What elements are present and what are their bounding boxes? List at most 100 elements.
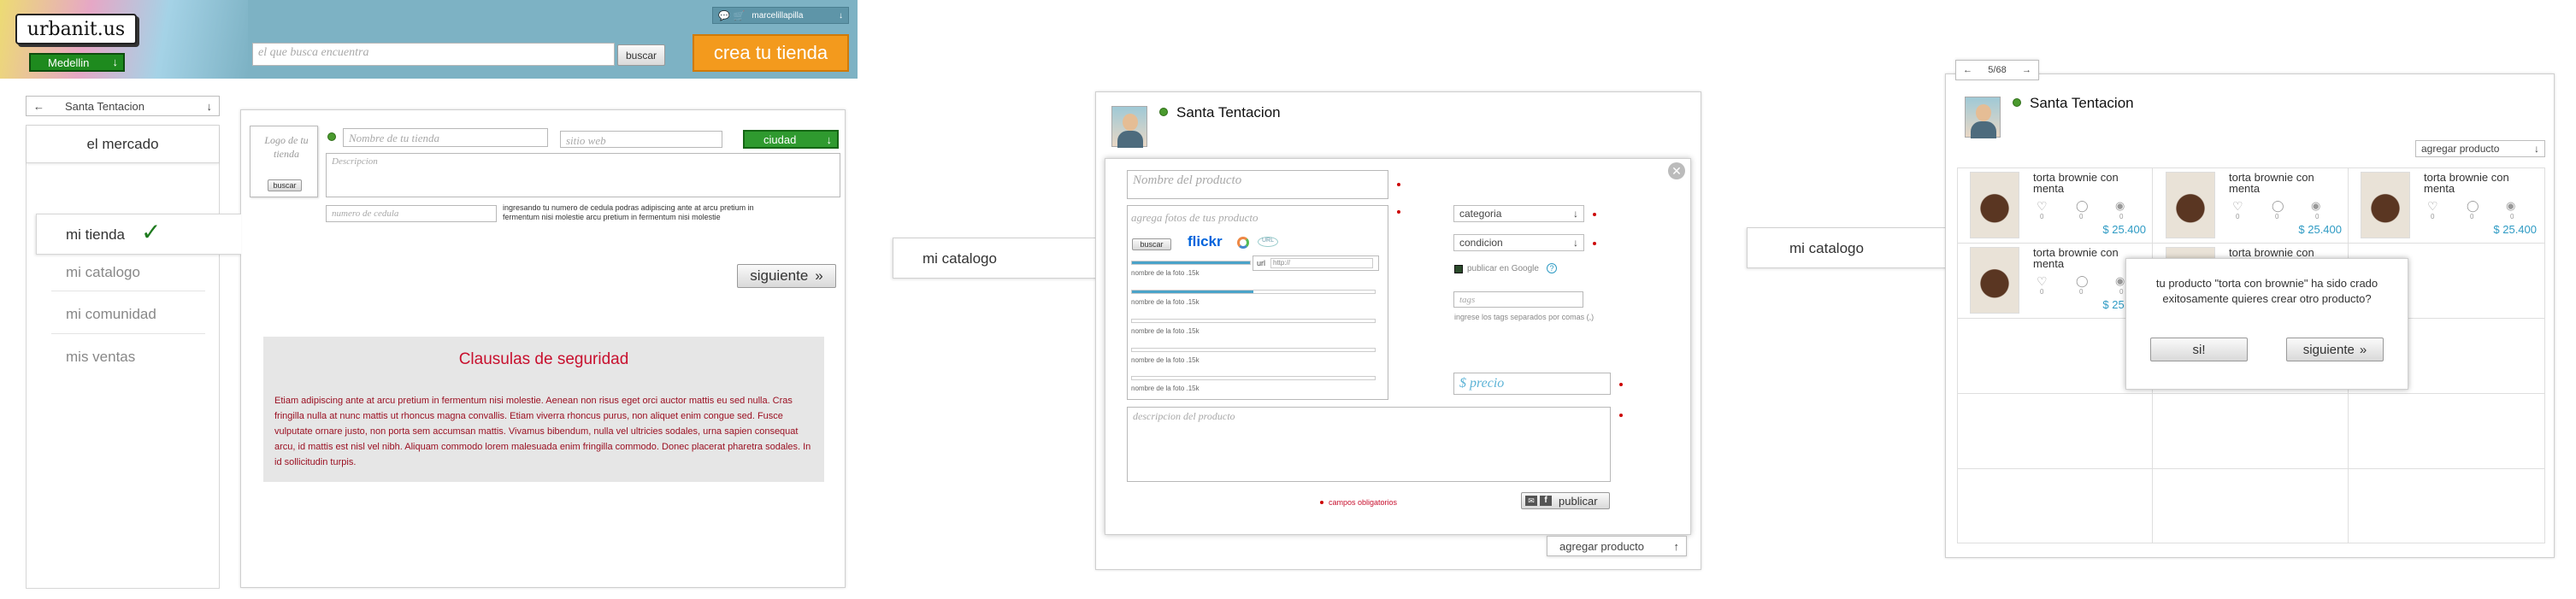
screen3-side-tab[interactable]: mi catalogo (1747, 227, 1951, 268)
user-bar[interactable]: 💬 🛒 marcelillapilla ↓ (712, 7, 849, 24)
description-input[interactable]: Descripcion (326, 153, 840, 197)
sidebar-item-mi-catalogo[interactable]: mi catalogo (66, 264, 140, 281)
product-card[interactable]: torta brownie con menta ♡ 0 ◯ 0 ◉ 0 $ 25.400 (1970, 172, 2151, 240)
back-arrow-icon[interactable]: ← (33, 100, 44, 113)
eye-icon[interactable]: ◉ (2115, 274, 2125, 288)
google-label: publicar en Google (1467, 264, 1539, 273)
avatar-body (1971, 121, 1996, 138)
photo-progress-bar (1131, 261, 1251, 265)
product-thumbnail[interactable] (2166, 172, 2215, 238)
comment-icon[interactable]: ◯ (2467, 199, 2479, 213)
heart-icon[interactable]: ♡ (2427, 199, 2438, 214)
product-name-input[interactable]: Nombre del producto (1127, 170, 1388, 199)
url-input[interactable]: http:// (1270, 258, 1373, 268)
comment-icon[interactable]: ◯ (2076, 199, 2089, 213)
publish-button[interactable]: ✉ f publicar (1521, 492, 1610, 509)
photo-name: nombre de la foto .15k (1131, 385, 1200, 392)
chat-icon[interactable]: 💬 (718, 10, 730, 21)
pager[interactable]: ← 5/68 → (1955, 60, 2039, 80)
heart-count: 0 (2040, 213, 2044, 220)
next-button-label: siguiente (2302, 342, 2355, 357)
facebook-icon[interactable]: f (1540, 496, 1552, 506)
comment-icon[interactable]: ◯ (2076, 274, 2089, 288)
photo-name: nombre de la foto .15k (1131, 356, 1200, 364)
product-price: $ 25.400 (2298, 223, 2342, 236)
id-number-input[interactable]: numero de cedula (326, 205, 497, 222)
add-product-button[interactable]: agregar producto ↑ (1547, 536, 1687, 556)
google-checkbox[interactable] (1454, 265, 1463, 273)
required-dot (1397, 210, 1400, 214)
price-input[interactable]: $ precio (1453, 373, 1611, 395)
avatar-face (1123, 114, 1138, 131)
sidebar-item-mis-ventas[interactable]: mis ventas (66, 349, 135, 366)
user-name: marcelillapilla (752, 10, 804, 21)
required-dot (1593, 213, 1596, 216)
next-button[interactable]: siguiente » (737, 264, 836, 288)
photo-progress-bar (1131, 290, 1376, 294)
eye-icon[interactable]: ◉ (2506, 199, 2515, 213)
screen2-side-tab[interactable]: mi catalogo (893, 238, 1105, 279)
condition-label: condicion (1459, 237, 1503, 249)
product-card[interactable]: torta brownie con menta ♡ 0 ◯ 0 ◉ 0 $ 25.400 (2361, 172, 2542, 240)
city-select[interactable]: Medellin ↓ (29, 53, 125, 72)
store-name-input[interactable]: Nombre de tu tienda (343, 128, 548, 147)
sidebar-item-mi-tienda[interactable]: mi tienda ✓ (36, 214, 241, 255)
heart-icon[interactable]: ♡ (2037, 199, 2048, 214)
product-thumbnail[interactable] (2361, 172, 2410, 238)
tags-input[interactable]: tags (1453, 291, 1583, 308)
close-icon[interactable]: ✕ (1668, 162, 1685, 179)
product-title[interactable]: torta brownie con menta (2424, 172, 2535, 194)
chevron-down-icon: ↓ (2534, 143, 2539, 155)
next-button[interactable]: siguiente » (2286, 338, 2384, 361)
category-label: categoria (1459, 208, 1502, 220)
description-input[interactable]: descripcion del producto (1127, 407, 1611, 482)
avatar[interactable] (1111, 106, 1147, 148)
store-selector[interactable]: ← Santa Tentacion ↓ (26, 96, 220, 116)
heart-icon[interactable]: ♡ (2232, 199, 2243, 214)
comment-count: 0 (2079, 288, 2084, 296)
condition-select[interactable]: condicion ↓ (1453, 234, 1584, 251)
picasa-icon[interactable] (1237, 237, 1249, 249)
search-button[interactable]: buscar (617, 44, 665, 66)
photo-search-button[interactable]: buscar (1132, 238, 1171, 250)
product-title[interactable]: torta brownie con menta (2033, 172, 2144, 194)
comment-icon[interactable]: ◯ (2272, 199, 2284, 213)
eye-icon[interactable]: ◉ (2115, 199, 2125, 213)
photos-box[interactable]: agrega fotos de tus producto buscar flic… (1127, 205, 1388, 400)
market-tab[interactable]: el mercado (27, 126, 219, 163)
avatar-body (1117, 131, 1143, 148)
avatar[interactable] (1965, 97, 2001, 138)
url-icon[interactable]: URL (1258, 237, 1278, 247)
heart-icon[interactable]: ♡ (2037, 274, 2048, 289)
product-thumbnail[interactable] (1970, 172, 2019, 238)
product-card[interactable]: torta brownie con menta ♡ 0 ◯ 0 ◉ 0 $ 25.400 (1970, 247, 2151, 315)
product-card[interactable]: torta brownie con menta ♡ 0 ◯ 0 ◉ 0 $ 25.400 (2166, 172, 2347, 240)
yes-button[interactable]: si! (2150, 338, 2248, 361)
logo-upload[interactable]: Logo de tu tienda buscar (250, 126, 318, 197)
search-input[interactable]: el que busca encuentra (252, 43, 615, 66)
add-product-select[interactable]: agregar producto ↓ (2415, 140, 2545, 157)
email-icon[interactable]: ✉ (1525, 496, 1537, 506)
eye-icon[interactable]: ◉ (2311, 199, 2320, 213)
sidebar-item-mi-comunidad[interactable]: mi comunidad (66, 306, 156, 323)
flickr-icon[interactable]: flickr (1188, 233, 1223, 250)
city-dropdown[interactable]: ciudad ↓ (743, 130, 839, 149)
logo-search-button[interactable]: buscar (268, 179, 302, 191)
security-body: Etiam adipiscing ante at arcu pretium in… (274, 396, 811, 467)
url-popup[interactable]: url http:// (1253, 255, 1379, 271)
store-title: Santa Tentacion (1176, 104, 1281, 120)
product-thumbnail[interactable] (1970, 247, 2019, 314)
category-select[interactable]: categoria ↓ (1453, 205, 1584, 222)
chevron-down-icon: ↓ (112, 56, 119, 68)
logo[interactable]: urbanit.us (15, 14, 137, 44)
website-input[interactable]: sitio web (560, 131, 722, 148)
create-store-button[interactable]: crea tu tienda (693, 34, 849, 72)
comment-count: 0 (2079, 213, 2084, 220)
prev-arrow-icon[interactable]: ← (1963, 65, 1972, 75)
cart-icon[interactable]: 🛒 (734, 10, 746, 21)
city-label: Medellin (48, 56, 90, 69)
product-title[interactable]: torta brownie con menta (2229, 172, 2340, 194)
next-arrow-icon[interactable]: → (2022, 65, 2031, 75)
sidebar-divider (51, 333, 205, 334)
help-icon[interactable]: ? (1547, 263, 1557, 273)
